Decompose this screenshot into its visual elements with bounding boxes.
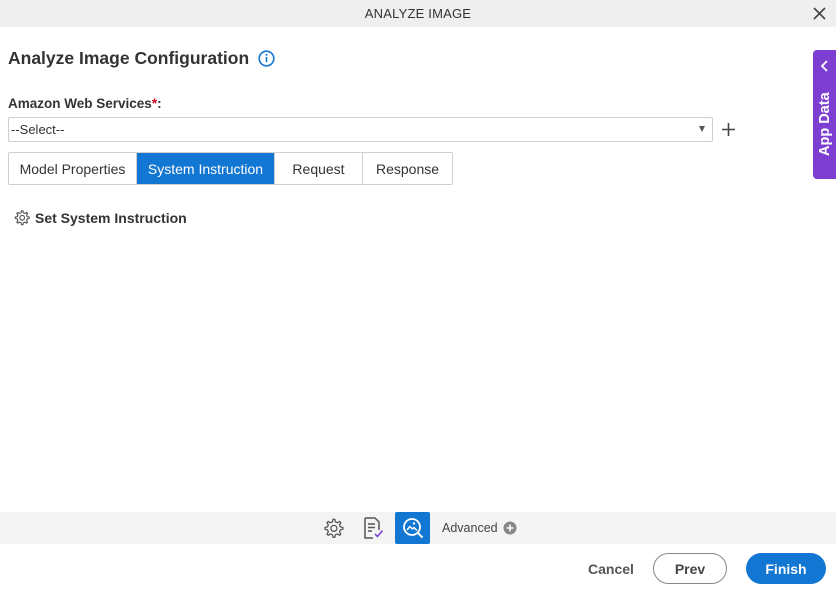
tab-request[interactable]: Request <box>275 153 363 184</box>
finish-button[interactable]: Finish <box>746 553 826 584</box>
page-title: Analyze Image Configuration <box>8 48 250 68</box>
label-colon: : <box>157 96 162 111</box>
gear-icon <box>324 518 344 538</box>
info-icon <box>258 50 275 67</box>
config-tabs: Model Properties System Instruction Requ… <box>8 152 453 185</box>
tab-system-instruction[interactable]: System Instruction <box>137 153 275 184</box>
dialog-title: ANALYZE IMAGE <box>364 6 472 21</box>
bottom-toolbar: Advanced <box>0 512 836 544</box>
gear-icon <box>14 210 30 226</box>
tab-response[interactable]: Response <box>363 153 452 184</box>
chevron-down-icon <box>699 126 705 132</box>
page-heading: Analyze Image Configuration <box>8 48 275 69</box>
aws-select-value: --Select-- <box>11 122 65 137</box>
aws-select[interactable]: --Select-- <box>8 117 713 142</box>
app-data-label: App Data <box>817 92 833 156</box>
info-button[interactable] <box>257 50 275 68</box>
add-aws-button[interactable] <box>719 120 737 138</box>
aws-label-text: Amazon Web Services <box>8 96 152 111</box>
advanced-label: Advanced <box>442 521 498 535</box>
analyze-image-button[interactable] <box>395 512 430 544</box>
plus-icon <box>721 122 735 136</box>
settings-button[interactable] <box>320 515 346 541</box>
dialog-titlebar: ANALYZE IMAGE <box>0 0 836 27</box>
chevron-left-icon <box>820 60 828 72</box>
prev-button[interactable]: Prev <box>653 553 727 584</box>
document-check-button[interactable] <box>360 515 386 541</box>
close-icon <box>812 6 826 20</box>
document-check-icon <box>364 517 384 539</box>
tab-model-properties[interactable]: Model Properties <box>9 153 137 184</box>
set-system-instruction-label: Set System Instruction <box>35 209 187 226</box>
plus-circle-icon <box>503 521 517 535</box>
cancel-button[interactable]: Cancel <box>582 553 640 584</box>
image-analyze-icon <box>402 518 423 539</box>
set-system-instruction-link[interactable]: Set System Instruction <box>13 209 187 226</box>
aws-field-label: Amazon Web Services*: <box>8 96 162 111</box>
advanced-toggle[interactable]: Advanced <box>442 521 517 535</box>
close-button[interactable] <box>810 4 828 22</box>
app-data-panel-toggle[interactable]: App Data <box>813 50 836 179</box>
